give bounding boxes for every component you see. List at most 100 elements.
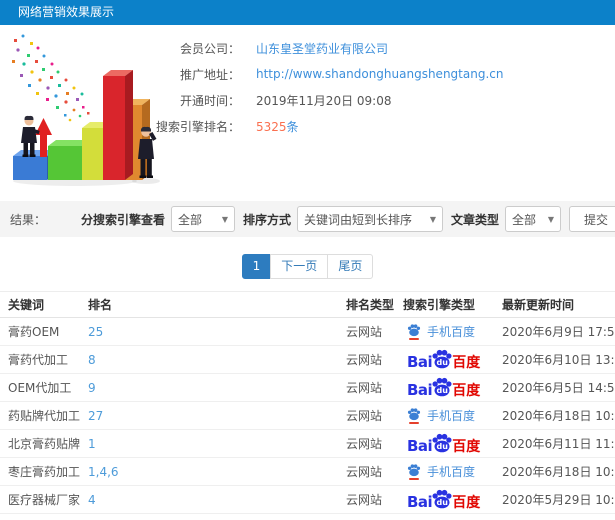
keyword-cell: 北京膏药贴牌 <box>0 429 88 458</box>
table-row: 医疗器械厂家 4 云网站 Baidu百度 2020年5月29日 10:32 <box>0 485 615 514</box>
info-row-company: 会员公司： 山东皇圣堂药业有限公司 <box>145 35 615 61</box>
col-rank: 排名 <box>88 291 346 318</box>
chevron-down-icon: ▼ <box>547 214 554 224</box>
rank-cell: 1 <box>88 429 346 458</box>
app-header: 网络营销效果展示 <box>0 0 615 25</box>
growth-chart-illustration <box>12 34 160 186</box>
table-row: 膏药OEM 25 云网站 手机百度 2020年6月9日 17:50 <box>0 317 615 346</box>
updated-cell: 2020年5月29日 10:32 <box>502 485 615 514</box>
updated-cell: 2020年6月11日 11:40 <box>502 513 615 520</box>
rank-link[interactable]: 1 <box>88 437 96 451</box>
table-row: OEM代加工 9 云网站 Bai du 百度 2020年6月5日 14:57 <box>0 373 615 402</box>
next-page-button[interactable]: 下一页 <box>270 254 329 279</box>
engine-cell: Bai du 百度 <box>403 429 502 458</box>
rank-count-number: 5325 <box>256 119 287 134</box>
keyword-results-table: 关键词 排名 排名类型 搜索引擎类型 最新更新时间 膏药OEM 25 云网站 手… <box>0 291 615 520</box>
confetti-dots <box>12 34 90 122</box>
rank-cell: 27 <box>88 401 346 430</box>
table-row: 膏药代加工 8 云网站 Baidu百度 2020年6月10日 13:40 <box>0 345 615 374</box>
article-type-select[interactable]: 全部 ▼ <box>505 206 561 232</box>
page-1-button[interactable]: 1 <box>241 254 272 279</box>
article-type-label: 文章类型 <box>450 212 499 227</box>
chevron-down-icon: ▼ <box>429 214 436 224</box>
promo-url-link[interactable]: http://www.shandonghuangshengtang.cn <box>256 67 503 81</box>
submit-button[interactable]: 提交 <box>569 206 615 232</box>
open-time-value: 2019年11月20日 09:08 <box>256 93 392 108</box>
rank-cell: 4 <box>88 485 346 514</box>
baidu-logo: Bai du 百度 <box>407 489 480 510</box>
chevron-down-icon: ▼ <box>221 214 228 224</box>
pagination: 1 下一页 尾页 <box>0 254 615 279</box>
info-row-url: 推广地址： http://www.shandonghuangshengtang.… <box>145 61 615 87</box>
col-updated: 最新更新时间 <box>502 291 615 318</box>
company-link[interactable]: 山东皇圣堂药业有限公司 <box>256 40 388 57</box>
baidu-logo: Bai du 百度 <box>407 377 480 398</box>
mobile-baidu-label: 手机百度 <box>427 325 476 339</box>
baidu-logo: Bai du 百度 <box>407 433 480 454</box>
mobile-baidu-label: 手机百度 <box>427 465 476 479</box>
rank-link[interactable]: 25 <box>88 325 103 339</box>
sort-filter-select[interactable]: 关键词由短到长排序 ▼ <box>296 206 443 232</box>
baidu-paw-icon: du <box>431 349 453 370</box>
rank-cell: 17 <box>88 513 346 520</box>
updated-cell: 2020年6月11日 11:18 <box>502 429 615 458</box>
rank-type-cell: 云网站 <box>346 429 403 458</box>
sort-filter-label: 排序方式 <box>242 212 291 227</box>
rank-type-cell: 云网站 <box>346 513 403 520</box>
table-row: 北京膏药贴牌 1 云网站 Baidu百度 2020年6月11日 11:18 <box>0 429 615 458</box>
engine-cell: 手机百度 <box>403 401 502 430</box>
table-header-row: 关键词 排名 排名类型 搜索引擎类型 最新更新时间 <box>0 291 615 318</box>
rank-count-unit: 条 <box>286 119 299 134</box>
info-row-open-time: 开通时间： 2019年11月20日 09:08 <box>145 87 615 113</box>
mobile-baidu-badge: 手机百度 <box>407 323 475 340</box>
mobile-baidu-icon <box>407 463 421 480</box>
keyword-cell: 菏泽膏药厂家 <box>0 513 88 520</box>
baidu-logo: Bai du 百度 <box>407 349 480 370</box>
col-engine-type: 搜索引擎类型 <box>403 291 502 318</box>
engine-filter-select[interactable]: 全部 ▼ <box>170 206 235 232</box>
rank-link[interactable]: 4 <box>88 493 96 507</box>
col-rank-type: 排名类型 <box>346 291 403 318</box>
table-row: 菏泽膏药厂家 17 云网站 手机百度 2020年6月11日 11:40 <box>0 513 615 520</box>
rank-type-cell: 云网站 <box>346 345 403 374</box>
updated-cell: 2020年6月9日 17:50 <box>502 317 615 346</box>
result-label: 结果： <box>10 212 47 227</box>
rank-link[interactable]: 27 <box>88 409 103 423</box>
rank-link[interactable]: 8 <box>88 353 96 367</box>
mobile-baidu-label: 手机百度 <box>427 409 476 423</box>
filter-bar: 结果： 分搜索引擎查看 全部 ▼ 排序方式 关键词由短到长排序 ▼ 文章类型 全… <box>0 201 615 237</box>
col-keyword: 关键词 <box>0 291 88 318</box>
rank-count-value: 5325条 <box>256 118 299 135</box>
engine-cell: 手机百度 <box>403 457 502 486</box>
engine-cell: Bai du 百度 <box>403 485 502 514</box>
engine-cell: Bai du 百度 <box>403 373 502 402</box>
baidu-paw-icon: du <box>431 377 453 398</box>
rank-type-cell: 云网站 <box>346 457 403 486</box>
baidu-paw-icon: du <box>431 433 453 454</box>
engine-cell: 手机百度 <box>403 513 502 520</box>
mobile-baidu-badge: 手机百度 <box>407 407 475 424</box>
page-title: 网络营销效果展示 <box>18 5 115 19</box>
member-info: 会员公司： 山东皇圣堂药业有限公司 推广地址： http://www.shand… <box>145 25 615 139</box>
updated-cell: 2020年6月18日 10:25 <box>502 401 615 430</box>
engine-cell: 手机百度 <box>403 317 502 346</box>
keyword-cell: 枣庄膏药加工 <box>0 457 88 486</box>
keyword-cell: 医疗器械厂家 <box>0 485 88 514</box>
keyword-cell: 药贴牌代加工 <box>0 401 88 430</box>
rank-type-cell: 云网站 <box>346 373 403 402</box>
mobile-baidu-badge: 手机百度 <box>407 463 475 480</box>
table-row: 枣庄膏药加工 1,4,6 云网站 手机百度 2020年6月18日 10:19 <box>0 457 615 486</box>
rank-link[interactable]: 9 <box>88 381 96 395</box>
updated-cell: 2020年6月18日 10:19 <box>502 457 615 486</box>
engine-cell: Bai du 百度 <box>403 345 502 374</box>
rank-cell: 8 <box>88 345 346 374</box>
info-row-rank-count: 搜索引擎排名： 5325条 <box>145 113 615 139</box>
summary-section: 会员公司： 山东皇圣堂药业有限公司 推广地址： http://www.shand… <box>0 25 615 193</box>
last-page-button[interactable]: 尾页 <box>327 254 374 279</box>
engine-filter-label: 分搜索引擎查看 <box>80 212 165 227</box>
rank-link[interactable]: 1,4,6 <box>88 465 119 479</box>
updated-cell: 2020年6月5日 14:57 <box>502 373 615 402</box>
rank-type-cell: 云网站 <box>346 317 403 346</box>
baidu-paw-icon: du <box>431 489 453 510</box>
rank-cell: 25 <box>88 317 346 346</box>
